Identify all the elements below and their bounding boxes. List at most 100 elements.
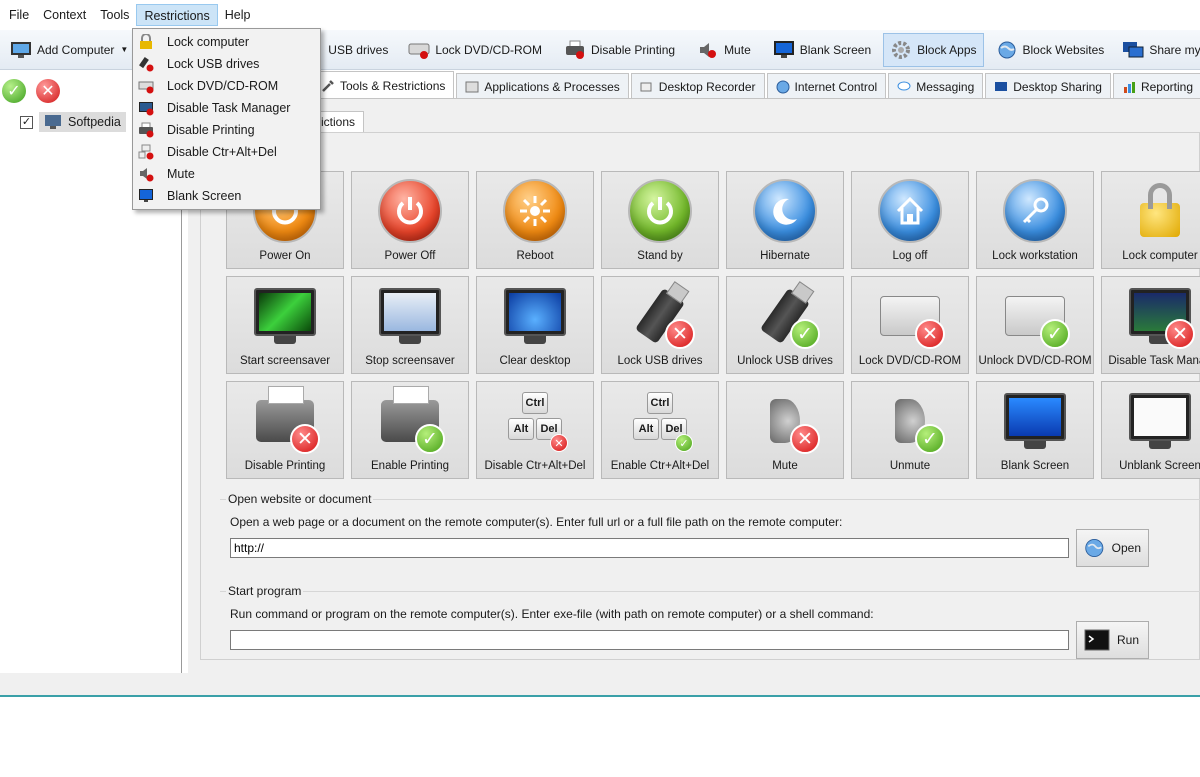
status-bar xyxy=(0,673,1200,697)
start-screensaver-button[interactable]: Start screensaver xyxy=(226,276,344,374)
tile-label: Lock DVD/CD-ROM xyxy=(858,355,962,367)
enable-printing-tile[interactable]: ✓ Enable Printing xyxy=(351,381,469,479)
computer-icon xyxy=(45,115,61,129)
clear-desktop-button[interactable]: Clear desktop xyxy=(476,276,594,374)
globe-icon xyxy=(776,80,789,93)
computer-checkbox[interactable]: ✓ xyxy=(20,115,33,129)
tile-label: Enable Printing xyxy=(371,460,449,472)
blank-screen-button[interactable]: Blank Screen xyxy=(767,33,877,67)
lock-dvd-button[interactable]: ✕ Lock DVD/CD-ROM xyxy=(851,276,969,374)
blank-screen-tile[interactable]: Blank Screen xyxy=(976,381,1094,479)
home-icon xyxy=(878,179,942,243)
block-apps-label: Block Apps xyxy=(917,42,977,57)
menu-item-lock-computer[interactable]: Lock computer xyxy=(133,31,320,53)
menu-item-label: Disable Task Manager xyxy=(167,101,291,115)
menu-tools[interactable]: Tools xyxy=(93,4,136,26)
tile-label: Lock computer xyxy=(1122,250,1198,262)
share-desktop-button[interactable]: Share my Desktop xyxy=(1116,33,1200,67)
menu-help[interactable]: Help xyxy=(218,4,258,26)
unlock-usb-drives-button[interactable]: ✓ Unlock USB drives xyxy=(726,276,844,374)
lock-dvd-button[interactable]: Lock DVD/CD-ROM xyxy=(402,33,548,67)
tab-tools-restrictions[interactable]: Tools & Restrictions xyxy=(312,71,455,99)
tab-label: Tools & Restrictions xyxy=(340,78,446,93)
menu-item-lock-dvd[interactable]: Lock DVD/CD-ROM xyxy=(133,75,320,97)
mute-tile[interactable]: ✕ Mute xyxy=(726,381,844,479)
menu-item-disable-ctrl-alt-del[interactable]: Disable Ctr+Alt+Del xyxy=(133,141,320,163)
standby-icon xyxy=(628,179,692,243)
tab-internet-control[interactable]: Internet Control xyxy=(766,73,887,99)
menu-bar: File Context Tools Restrictions Help xyxy=(0,0,1200,30)
stop-screensaver-button[interactable]: Stop screensaver xyxy=(351,276,469,374)
gear-icon xyxy=(890,39,912,61)
computer-node[interactable]: Softpedia xyxy=(39,112,126,132)
chat-bubble-icon xyxy=(897,81,911,90)
url-input[interactable] xyxy=(230,538,1069,558)
disable-ctrl-alt-del-tile[interactable]: Ctrl Alt Del ✕ Disable Ctr+Alt+Del xyxy=(476,381,594,479)
dvd-drive-icon xyxy=(408,39,430,61)
usb-lock-icon: ✕ xyxy=(625,283,695,349)
menu-item-lock-usb[interactable]: Lock USB drives xyxy=(133,53,320,75)
uncheck-all-icon[interactable]: ✕ xyxy=(36,79,60,103)
menu-file[interactable]: File xyxy=(2,4,36,26)
menu-context[interactable]: Context xyxy=(36,4,93,26)
mute-button[interactable]: Mute xyxy=(691,33,757,67)
standby-button[interactable]: Stand by xyxy=(601,171,719,269)
tab-desktop-recorder[interactable]: Desktop Recorder xyxy=(630,73,765,99)
menu-item-disable-printing[interactable]: Disable Printing xyxy=(133,119,320,141)
tab-applications[interactable]: Applications & Processes xyxy=(456,73,629,99)
unlock-dvd-button[interactable]: ✓ Unlock DVD/CD-ROM xyxy=(976,276,1094,374)
tab-label: Messaging xyxy=(916,79,975,94)
add-computer-button[interactable]: Add Computer ▼ xyxy=(4,33,134,67)
lock-usb-drives-button[interactable]: ✕ Lock USB drives xyxy=(601,276,719,374)
open-button[interactable]: Open xyxy=(1076,529,1149,567)
menu-restrictions[interactable]: Restrictions xyxy=(136,4,218,26)
disable-printing-tile[interactable]: ✕ Disable Printing xyxy=(226,381,344,479)
tab-label: Desktop Recorder xyxy=(658,79,756,94)
printer-icon xyxy=(564,39,586,61)
main-tabs: Tools & Restrictions Applications & Proc… xyxy=(312,71,1200,99)
block-apps-button[interactable]: Block Apps xyxy=(883,32,984,67)
printer-disable-icon: ✕ xyxy=(250,386,320,454)
log-off-button[interactable]: Log off xyxy=(851,171,969,269)
desktop-monitor-icon xyxy=(375,283,445,349)
tile-label: Unlock USB drives xyxy=(737,355,833,367)
share-desktop-icon xyxy=(1122,39,1144,61)
mute-label: Mute xyxy=(724,42,751,57)
tab-reporting[interactable]: Reporting xyxy=(1112,73,1200,99)
disable-task-manager-button[interactable]: ✕ Disable Task Manag xyxy=(1101,276,1200,374)
command-input[interactable] xyxy=(230,630,1069,650)
tile-label: Disable Task Manag xyxy=(1108,355,1200,367)
tile-label: Clear desktop xyxy=(499,355,571,367)
menu-item-mute[interactable]: Mute xyxy=(133,163,320,185)
menu-item-blank-screen[interactable]: Blank Screen xyxy=(133,185,320,207)
lock-usb-button[interactable]: USB drives xyxy=(322,33,394,67)
lock-workstation-button[interactable]: Lock workstation xyxy=(976,171,1094,269)
chart-icon xyxy=(1123,81,1135,93)
dvd-unlock-icon: ✓ xyxy=(1000,283,1070,349)
key-icon xyxy=(1003,179,1067,243)
tab-desktop-sharing[interactable]: Desktop Sharing xyxy=(985,73,1111,99)
run-button[interactable]: Run xyxy=(1076,621,1149,659)
power-off-button[interactable]: Power Off xyxy=(351,171,469,269)
disable-printing-button[interactable]: Disable Printing xyxy=(558,33,681,67)
menu-item-disable-task-manager[interactable]: Disable Task Manager xyxy=(133,97,320,119)
tab-label: Reporting xyxy=(1140,79,1193,94)
dvd-lock-icon: ✕ xyxy=(875,283,945,349)
lock-computer-button[interactable]: Lock computer xyxy=(1101,171,1200,269)
block-websites-button[interactable]: Block Websites xyxy=(990,33,1111,67)
chevron-down-icon[interactable]: ▼ xyxy=(120,45,128,54)
menu-item-label: Lock computer xyxy=(167,35,249,49)
tile-label: Power Off xyxy=(384,250,436,262)
reboot-button[interactable]: Reboot xyxy=(476,171,594,269)
unblank-screen-tile[interactable]: Unblank Screen xyxy=(1101,381,1200,479)
task-manager-icon xyxy=(137,100,155,116)
enable-ctrl-alt-del-tile[interactable]: Ctrl Alt Del ✓ Enable Ctr+Alt+Del xyxy=(601,381,719,479)
run-button-label: Run xyxy=(1117,633,1140,647)
keyboard-icon xyxy=(137,144,155,160)
check-all-icon[interactable]: ✓ xyxy=(2,79,26,103)
tab-messaging[interactable]: Messaging xyxy=(888,73,984,99)
hibernate-button[interactable]: Hibernate xyxy=(726,171,844,269)
unmute-tile[interactable]: ✓ Unmute xyxy=(851,381,969,479)
keyboard-enable-icon: Ctrl Alt Del ✓ xyxy=(625,388,695,454)
tab-label: Desktop Sharing xyxy=(1013,79,1102,94)
